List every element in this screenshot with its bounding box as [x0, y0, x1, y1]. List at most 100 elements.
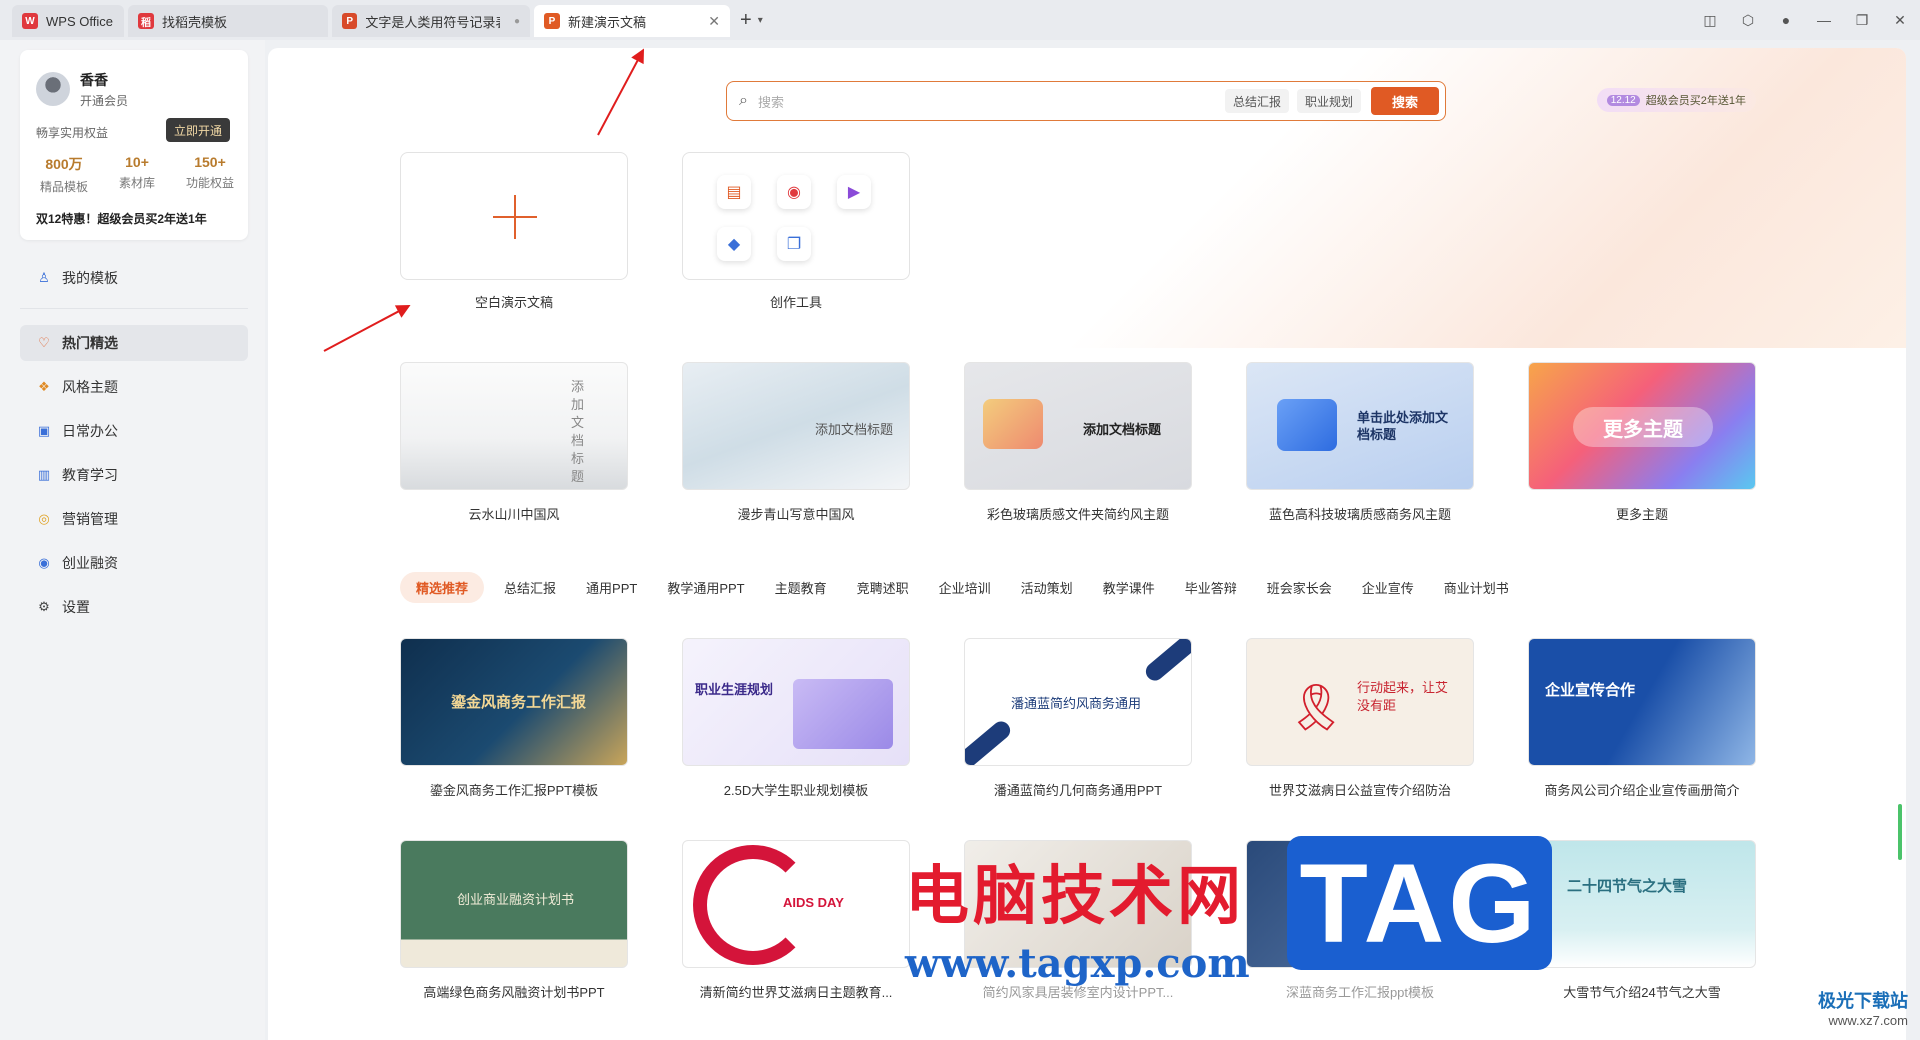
template-label[interactable]: 大雪节气介绍24节气之大雪 — [1528, 982, 1756, 1001]
add-tab-button[interactable]: + — [734, 9, 758, 32]
template-label[interactable]: 2.5D大学生职业规划模板 — [682, 780, 910, 799]
sidebar-item-daily-office[interactable]: ▣ 日常办公 — [20, 413, 248, 449]
blank-presentation-label: 空白演示文稿 — [474, 295, 553, 310]
sidebar-item-education[interactable]: ▥ 教育学习 — [20, 457, 248, 493]
theme-label[interactable]: 漫步青山写意中国风 — [682, 504, 910, 523]
theme-label[interactable]: 更多主题 — [1528, 504, 1756, 523]
watermark-text: 电脑技术网 — [905, 859, 1245, 934]
template-thumbnail[interactable]: 创业商业融资计划书 — [400, 840, 628, 968]
template-label[interactable]: 商务风公司介绍企业宣传画册简介 — [1528, 780, 1756, 799]
theme-thumbnail[interactable]: 添加文档标题 — [682, 362, 910, 490]
template-label[interactable]: 世界艾滋病日公益宣传介绍防治 — [1246, 780, 1474, 799]
search-input[interactable]: 搜索 — [758, 92, 784, 111]
chevron-down-icon[interactable]: ▾ — [758, 15, 763, 26]
watermark-url: www.tagxp.com — [905, 940, 1250, 987]
template-thumbnail[interactable]: AIDS DAY — [682, 840, 910, 968]
tab-label: 新建演示文稿 — [568, 14, 647, 30]
promo-text: 超级会员买2年送1年 — [1645, 95, 1746, 107]
template-label[interactable]: 高端绿色商务风融资计划书PPT — [400, 982, 628, 1001]
more-themes-thumbnail[interactable]: 更多主题 — [1528, 362, 1756, 490]
close-window-icon[interactable]: ✕ — [1890, 12, 1910, 29]
tab-new-presentation[interactable]: P 新建演示文稿 ✕ — [534, 5, 730, 37]
close-icon[interactable]: ✕ — [694, 13, 720, 30]
ai-ppt-icon[interactable]: ▤ — [717, 175, 751, 209]
tab-category[interactable]: 通用PPT — [586, 578, 637, 597]
vip-promo-badge[interactable]: 12.12 超级会员买2年送1年 — [1596, 88, 1756, 112]
layout-icon[interactable]: ◫ — [1700, 12, 1720, 29]
tab-category[interactable]: 企业宣传 — [1362, 578, 1414, 597]
template-label[interactable]: 深蓝商务工作汇报ppt模板 — [1246, 982, 1474, 1001]
template-thumbnail[interactable]: 企业宣传合作 — [1528, 638, 1756, 766]
theme-thumbnail[interactable]: 添加文档标题 — [964, 362, 1192, 490]
sidebar-item-label: 创业融资 — [62, 555, 118, 571]
template-label[interactable]: 鎏金风商务工作汇报PPT模板 — [400, 780, 628, 799]
theme-label[interactable]: 彩色玻璃质感文件夹简约风主题 — [964, 504, 1192, 523]
stat-label: 精品模板 — [39, 180, 88, 194]
theme-thumbnail[interactable]: 单击此处添加文档标题 — [1246, 362, 1474, 490]
tab-category[interactable]: 企业培训 — [939, 578, 991, 597]
sidebar-item-settings[interactable]: ⚙ 设置 — [20, 589, 248, 625]
tab-category[interactable]: 精选推荐 — [400, 572, 485, 603]
user-card[interactable]: 香香 开通会员 畅享实用权益 立即开通 800万 精品模板 10+ 素材库 15… — [20, 50, 248, 240]
tab-category[interactable]: 毕业答辩 — [1185, 578, 1237, 597]
tab-docer-templates[interactable]: 稻 找稻壳模板 — [128, 5, 328, 37]
watermark-logo: TAG — [1287, 836, 1552, 970]
template-stack-icon[interactable]: ◆ — [717, 227, 751, 261]
sidebar-item-startup-finance[interactable]: ◉ 创业融资 — [20, 545, 248, 581]
search-button[interactable]: 搜索 — [1371, 87, 1439, 115]
thumbnail-title: AIDS DAY — [783, 895, 844, 910]
tab-category[interactable]: 活动策划 — [1021, 578, 1073, 597]
tab-category[interactable]: 主题教育 — [775, 578, 827, 597]
avatar[interactable] — [36, 72, 70, 106]
search-box[interactable]: ⌕ 搜索 总结汇报 职业规划 搜索 — [726, 81, 1446, 121]
avatar-small-icon[interactable]: ● — [1776, 12, 1796, 28]
theme-label[interactable]: 蓝色高科技玻璃质感商务风主题 — [1246, 504, 1474, 523]
blank-presentation-card[interactable] — [400, 152, 628, 280]
theme-label[interactable]: 云水山川中国风 — [400, 504, 628, 523]
thumbnail-title: 职业生涯规划 — [695, 682, 774, 697]
user-membership-status[interactable]: 开通会员 — [80, 92, 128, 109]
tab-category[interactable]: 总结汇报 — [504, 578, 556, 597]
tab-category[interactable]: 竞聘述职 — [857, 578, 909, 597]
template-thumbnail[interactable]: 二十四节气之大雪 — [1528, 840, 1756, 968]
template-label[interactable]: 清新简约世界艾滋病日主题教育... — [682, 982, 910, 1001]
cube-icon[interactable]: ⬡ — [1738, 12, 1758, 29]
sidebar-item-marketing[interactable]: ◎ 营销管理 — [20, 501, 248, 537]
benefit-stats: 800万 精品模板 10+ 素材库 150+ 功能权益 — [32, 154, 242, 195]
minimize-icon[interactable]: — — [1814, 12, 1834, 28]
scrollbar[interactable] — [1898, 804, 1902, 860]
tab-category[interactable]: 班会家长会 — [1267, 578, 1332, 597]
template-thumbnail[interactable]: 职业生涯规划 — [682, 638, 910, 766]
more-themes-button[interactable]: 更多主题 — [1573, 407, 1713, 447]
stat-value: 10+ — [125, 154, 149, 170]
sidebar-item-label: 设置 — [62, 599, 90, 615]
promo-text[interactable]: 双12特惠！超级会员买2年送1年 — [36, 210, 207, 227]
record-icon[interactable]: ◉ — [777, 175, 811, 209]
sidebar-item-style-themes[interactable]: ❖ 风格主题 — [20, 369, 248, 405]
suggestion-chip[interactable]: 总结汇报 — [1224, 89, 1289, 113]
shape-graphic — [965, 717, 1014, 765]
tab-wps-office[interactable]: W WPS Office — [12, 5, 124, 37]
template-thumbnail[interactable]: 🎗 行动起来，让艾没有距 — [1246, 638, 1474, 766]
tab-document[interactable]: P 文字是人类用符号记录表达信息以 ● — [332, 5, 530, 37]
copy-icon[interactable]: ❐ — [777, 227, 811, 261]
theme-thumbnail[interactable]: 添加文档标题 — [400, 362, 628, 490]
unsaved-dot-icon: ● — [513, 15, 520, 27]
template-thumbnail[interactable]: 鎏金风商务工作汇报 — [400, 638, 628, 766]
template-label[interactable]: 潘通蓝简约几何商务通用PPT — [964, 780, 1192, 799]
divider — [20, 308, 248, 309]
sidebar-item-hot-picks[interactable]: ♡ 热门精选 — [20, 325, 248, 361]
open-membership-button[interactable]: 立即开通 — [165, 118, 230, 142]
user-name: 香香 — [80, 72, 108, 88]
video-icon[interactable]: ▶ — [837, 175, 871, 209]
ribbon-icon: 🎗 — [1287, 681, 1346, 733]
creation-tools-card[interactable]: ▤ ◉ ▶ ◆ ❐ — [682, 152, 910, 280]
template-thumbnail[interactable]: 潘通蓝简约风商务通用 — [964, 638, 1192, 766]
sidebar-item-my-templates[interactable]: ♙ 我的模板 — [20, 260, 248, 296]
restore-icon[interactable]: ❐ — [1852, 12, 1872, 29]
tab-category[interactable]: 教学课件 — [1103, 578, 1155, 597]
tab-category[interactable]: 教学通用PPT — [667, 578, 744, 597]
tab-category[interactable]: 商业计划书 — [1444, 578, 1509, 597]
thumbnail-title: 单击此处添加文档标题 — [1357, 410, 1449, 442]
suggestion-chip[interactable]: 职业规划 — [1296, 89, 1361, 113]
